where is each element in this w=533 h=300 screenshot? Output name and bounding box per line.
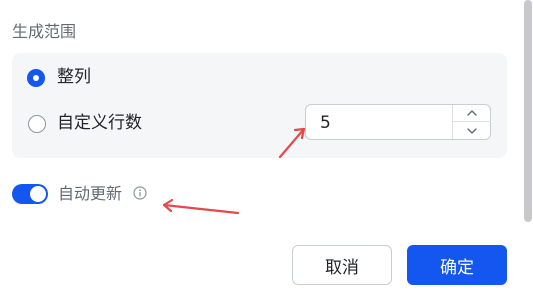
annotation-arrow-toggle [162,198,240,215]
decrement-button[interactable] [453,122,491,139]
info-circle-icon[interactable] [133,186,147,200]
scrollbar-thumb[interactable] [524,0,532,222]
confirm-button[interactable]: 确定 [407,245,507,285]
row-count-stepper [452,105,491,139]
section-title: 生成范围 [12,22,77,41]
cancel-button[interactable]: 取消 [292,245,392,285]
radio-whole-column[interactable] [27,69,45,87]
row-count-value: 5 [320,113,331,133]
radio-whole-column-label[interactable]: 整列 [57,66,91,88]
chevron-up-icon [467,110,477,116]
toggle-knob [30,186,46,202]
chevron-down-icon [467,127,477,134]
radio-custom-rows[interactable] [28,115,46,133]
radio-custom-rows-label[interactable]: 自定义行数 [57,112,142,134]
increment-button[interactable] [453,105,491,122]
row-count-input[interactable]: 5 [305,104,491,140]
auto-update-label: 自动更新 [58,184,123,203]
auto-update-toggle[interactable] [12,184,48,204]
